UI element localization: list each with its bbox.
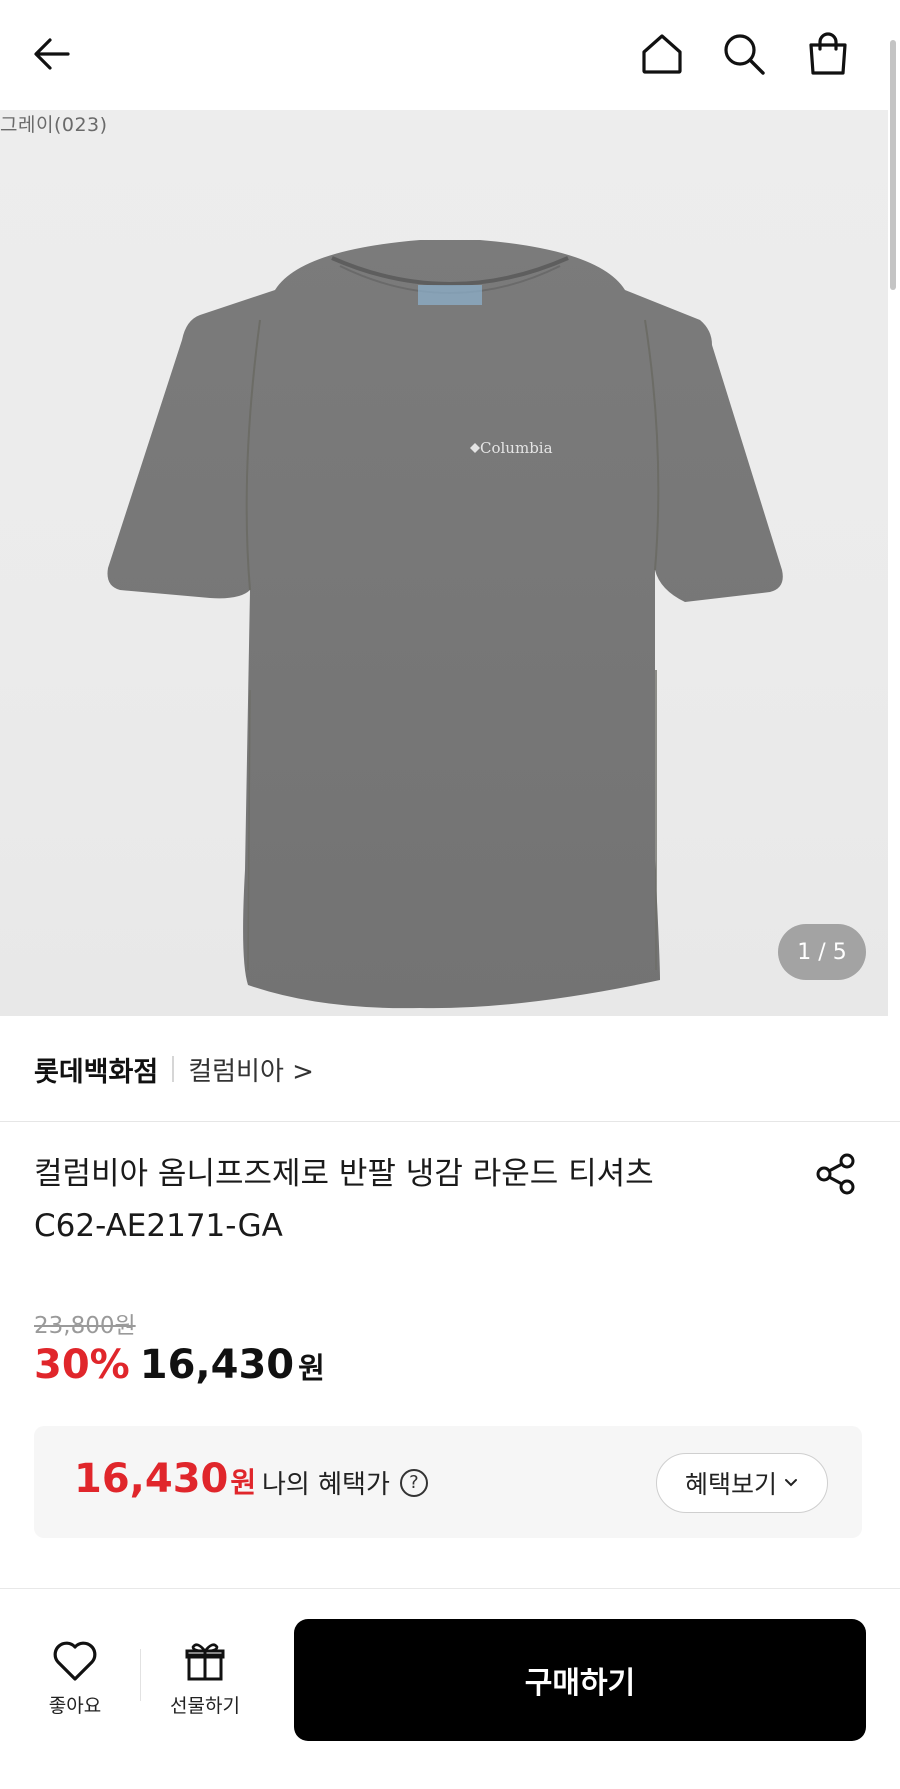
benefit-price-unit: 원 — [230, 1466, 257, 1499]
brand-divider — [172, 1056, 175, 1082]
benefit-price-value: 16,430 — [74, 1456, 229, 1502]
sale-price-row: 30% 16,430 원 — [34, 1342, 325, 1388]
benefit-price-box: 16,430 원 나의 혜택가 ? 혜택보기 — [34, 1426, 862, 1538]
help-icon[interactable]: ? — [399, 1468, 428, 1497]
chevron-down-icon — [785, 1479, 797, 1487]
sale-price: 16,430 — [139, 1342, 295, 1388]
product-title: 컬럼비아 옴니프즈제로 반팔 냉감 라운드 티셔츠 C62-AE2171-GA — [34, 1148, 774, 1252]
like-button[interactable]: 좋아요 — [20, 1639, 130, 1718]
bottom-action-bar: 좋아요 선물하기 구매하기 — [0, 1588, 900, 1789]
brand-logo-text: Columbia — [480, 439, 553, 457]
share-icon[interactable] — [812, 1150, 860, 1198]
home-icon[interactable] — [636, 28, 688, 80]
view-benefits-label: 혜택보기 — [684, 1470, 777, 1499]
bottom-bar-divider — [140, 1649, 141, 1701]
gift-icon — [185, 1643, 225, 1681]
arrow-left-icon[interactable] — [26, 28, 78, 80]
heart-icon — [53, 1641, 97, 1681]
section-divider — [0, 1121, 900, 1122]
store-name[interactable]: 롯데백화점 — [34, 1050, 158, 1089]
benefit-label: 나의 혜택가 ? — [262, 1464, 428, 1501]
gift-button[interactable]: 선물하기 — [150, 1639, 260, 1718]
brand-link[interactable]: 컬럼비아 > — [188, 1051, 314, 1088]
product-title-line2: C62-AE2171-GA — [34, 1208, 283, 1244]
shopping-bag-icon[interactable] — [802, 28, 854, 80]
benefit-label-text: 나의 혜택가 — [262, 1470, 390, 1500]
like-label: 좋아요 — [48, 1695, 102, 1717]
gift-label: 선물하기 — [170, 1695, 240, 1717]
brand-breadcrumb: 롯데백화점 컬럼비아 > — [34, 1016, 314, 1122]
benefit-price: 16,430 원 — [74, 1456, 256, 1502]
product-title-line1: 컬럼비아 옴니프즈제로 반팔 냉감 라운드 티셔츠 — [34, 1156, 654, 1192]
product-image-carousel[interactable]: 그레이(023) Columbia 1 / 5 — [0, 110, 888, 1016]
page-scrollbar[interactable] — [890, 40, 896, 290]
search-icon[interactable] — [718, 28, 770, 80]
image-page-indicator: 1 / 5 — [778, 924, 866, 980]
top-header — [0, 0, 888, 110]
buy-button[interactable]: 구매하기 — [294, 1619, 866, 1741]
original-price: 23,800원 — [34, 1313, 136, 1339]
sale-price-unit: 원 — [298, 1351, 325, 1385]
color-label: 그레이(023) — [0, 114, 108, 136]
discount-rate: 30% — [34, 1342, 130, 1388]
view-benefits-button[interactable]: 혜택보기 — [656, 1453, 828, 1513]
product-image: Columbia — [107, 240, 783, 1009]
